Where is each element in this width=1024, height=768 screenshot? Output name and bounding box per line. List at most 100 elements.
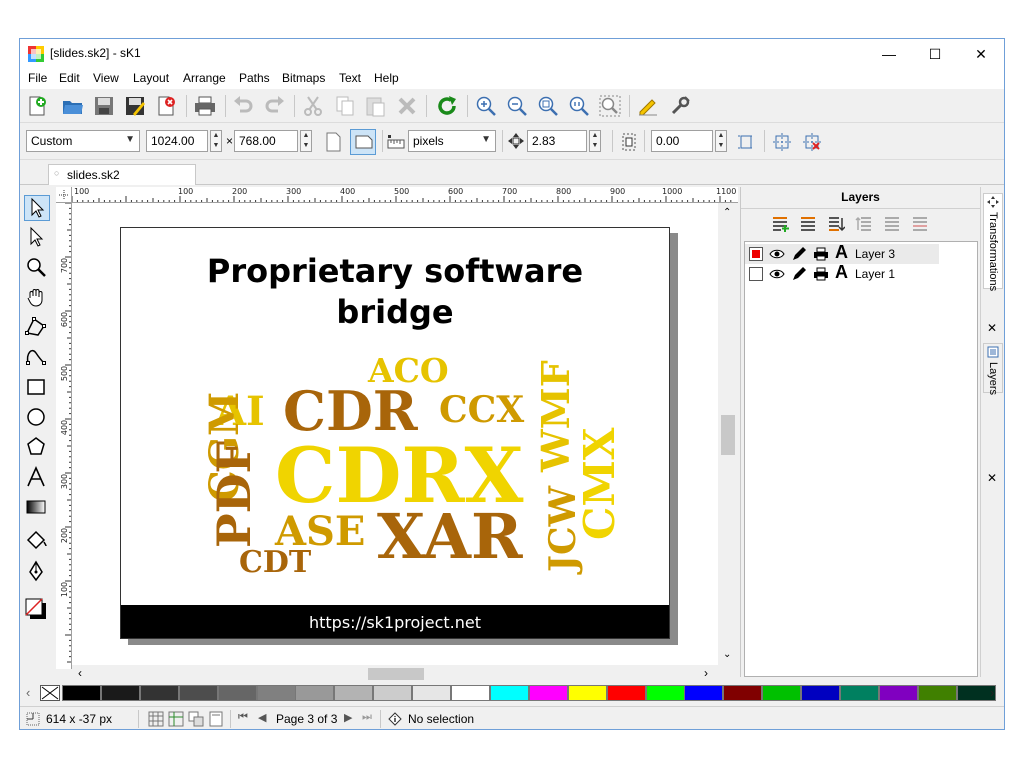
scroll-right-icon[interactable]: ›	[704, 666, 708, 680]
bezier-tool[interactable]	[24, 345, 50, 371]
slide-title-line2[interactable]: bridge	[121, 293, 669, 331]
node-edit-tool[interactable]	[24, 225, 50, 251]
zoom-page-icon[interactable]	[536, 94, 560, 118]
units-select[interactable]: pixels ▼	[408, 130, 496, 152]
color-swatch[interactable]	[295, 685, 335, 701]
menu-layout[interactable]: Layout	[132, 71, 170, 85]
edit-pencil-icon[interactable]	[791, 246, 807, 262]
width-spinner[interactable]: ▲ ▼	[210, 130, 222, 152]
word-cmx[interactable]: CMX	[575, 427, 624, 540]
page-guides-icon[interactable]	[736, 132, 756, 152]
document-tab-slides[interactable]: ○ slides.sk2	[48, 164, 196, 185]
palette-scroll-left-icon[interactable]: ‹	[26, 685, 30, 700]
page-width-field[interactable]: 1024.00	[146, 130, 208, 152]
rotation-spinner[interactable]: ▲ ▼	[715, 130, 727, 152]
pencil-ruler-icon[interactable]	[636, 94, 660, 118]
settings-icon[interactable]	[668, 94, 692, 118]
zoom-out-icon[interactable]	[505, 94, 529, 118]
close-tab-icon[interactable]: ✕	[987, 321, 997, 335]
page-height-field[interactable]: 768.00	[234, 130, 298, 152]
fill-stroke-indicator[interactable]	[24, 597, 50, 623]
page-format-select[interactable]: Custom ▼	[26, 130, 140, 152]
palette-scroll-right-icon[interactable]: ›	[990, 685, 994, 700]
slide-title-line1[interactable]: Proprietary software	[121, 252, 669, 290]
menu-file[interactable]: File	[27, 71, 48, 85]
vertical-scrollbar[interactable]: ⌃ ⌄	[718, 203, 738, 669]
guides-snap-icon[interactable]	[168, 711, 184, 727]
polyline-tool[interactable]	[24, 315, 50, 341]
color-swatch[interactable]	[645, 685, 685, 701]
color-swatch[interactable]	[139, 685, 179, 701]
menu-edit[interactable]: Edit	[58, 71, 81, 85]
refresh-icon[interactable]	[435, 94, 459, 118]
word-wmf[interactable]: WMF	[533, 360, 578, 472]
eye-icon[interactable]	[769, 266, 785, 282]
color-swatch[interactable]	[528, 685, 568, 701]
color-swatch[interactable]	[412, 685, 452, 701]
rectangle-tool[interactable]	[24, 375, 50, 401]
outline-tool[interactable]	[24, 559, 50, 585]
scroll-left-icon[interactable]: ‹	[78, 666, 82, 680]
eye-icon[interactable]	[769, 246, 785, 262]
close-tab-icon[interactable]: ✕	[987, 471, 997, 485]
layer-active-indicator[interactable]	[749, 267, 763, 281]
color-swatch[interactable]	[801, 685, 841, 701]
layer-up-icon[interactable]	[855, 215, 873, 233]
zoom-in-icon[interactable]	[474, 94, 498, 118]
tab-layers[interactable]: Layers	[983, 343, 1003, 395]
word-ccx[interactable]: CCX	[439, 392, 524, 428]
color-swatch[interactable]	[723, 685, 763, 701]
ellipse-tool[interactable]	[24, 405, 50, 431]
add-layer-icon[interactable]	[771, 215, 789, 233]
remove-guides-icon[interactable]	[802, 132, 822, 152]
edit-pencil-icon[interactable]	[791, 266, 807, 282]
add-guides-icon[interactable]	[772, 132, 792, 152]
delete-layer-icon[interactable]	[911, 215, 929, 233]
rotation-field[interactable]: 0.00	[651, 130, 713, 152]
first-page-icon[interactable]: ⏮	[238, 711, 248, 724]
printer-icon[interactable]	[813, 246, 829, 262]
drawing-canvas[interactable]: Proprietary software bridge ACO AI CDR C…	[72, 203, 722, 669]
zoom-selection-icon[interactable]	[598, 94, 622, 118]
color-swatch[interactable]	[256, 685, 296, 701]
vertical-scroll-thumb[interactable]	[721, 415, 735, 455]
layer-active-indicator[interactable]	[749, 247, 763, 261]
horizontal-scroll-thumb[interactable]	[368, 668, 424, 680]
page[interactable]: Proprietary software bridge ACO AI CDR C…	[120, 227, 670, 639]
zoom-tool[interactable]	[24, 255, 50, 281]
printer-icon[interactable]	[813, 266, 829, 282]
tab-transformations[interactable]: Transformations	[983, 193, 1003, 291]
layer-to-bottom-icon[interactable]	[827, 215, 845, 233]
layer-row[interactable]: A Layer 1	[745, 262, 939, 284]
grid-snap-icon[interactable]	[148, 711, 164, 727]
paste-icon[interactable]	[363, 94, 387, 118]
print-icon[interactable]	[193, 94, 217, 118]
layer-to-top-icon[interactable]	[799, 215, 817, 233]
color-swatch[interactable]	[489, 685, 529, 701]
fill-tool[interactable]	[24, 529, 50, 555]
color-swatch[interactable]	[217, 685, 257, 701]
color-swatch[interactable]	[840, 685, 879, 701]
last-page-icon[interactable]: ⏭	[362, 711, 372, 724]
save-icon[interactable]	[92, 94, 116, 118]
color-swatch[interactable]	[606, 685, 646, 701]
word-pdf[interactable]: PDF	[207, 441, 261, 548]
height-spinner[interactable]: ▲ ▼	[300, 130, 312, 152]
open-icon[interactable]	[61, 94, 85, 118]
jump-field[interactable]: 2.83	[527, 130, 587, 152]
color-swatch[interactable]	[878, 685, 918, 701]
save-as-icon[interactable]	[123, 94, 147, 118]
outline-mode-icon[interactable]: A	[835, 242, 848, 262]
maximize-button[interactable]: ☐	[912, 39, 958, 69]
previous-page-icon[interactable]: ◀	[258, 711, 266, 724]
word-xar[interactable]: XAR	[377, 506, 523, 568]
jump-spinner[interactable]: ▲ ▼	[589, 130, 601, 152]
color-swatch[interactable]	[334, 685, 374, 701]
word-cdr[interactable]: CDR	[283, 384, 418, 438]
color-swatch[interactable]	[373, 685, 413, 701]
new-document-icon[interactable]	[25, 94, 49, 118]
minimize-button[interactable]: —	[866, 39, 912, 69]
color-swatch[interactable]	[917, 685, 957, 701]
layer-down-icon[interactable]	[883, 215, 901, 233]
color-swatch[interactable]	[451, 685, 490, 701]
